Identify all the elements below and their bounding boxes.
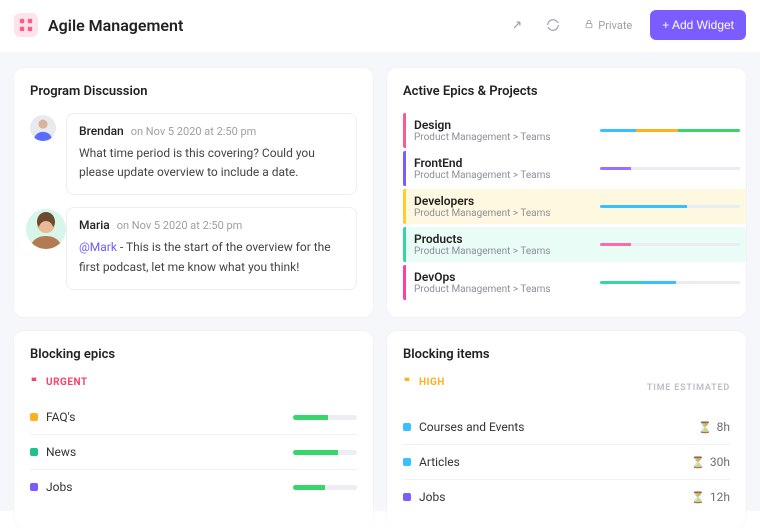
epic-progress-bar (600, 129, 740, 132)
discussion-item[interactable]: Maria on Nov 5 2020 at 2:50 pm @Mark - T… (30, 207, 357, 289)
progress-bar (293, 415, 357, 420)
time-value: 12h (710, 490, 730, 504)
time-value: 30h (710, 455, 730, 469)
epic-name: Products (414, 232, 600, 246)
epic-name: DevOps (414, 270, 600, 284)
author-name: Brendan (79, 124, 124, 138)
time-estimate: ⏳ 12h (691, 490, 730, 504)
color-dot-icon (30, 413, 38, 421)
avatar (26, 209, 66, 249)
color-dot-icon (403, 458, 411, 466)
card-title: Active Epics & Projects (403, 84, 746, 99)
epic-name: Developers (414, 194, 600, 208)
urgency-badge: URGENT (30, 376, 357, 389)
hourglass-icon: ⏳ (691, 491, 705, 504)
epic-name: Design (414, 118, 600, 132)
discussion-bubble: Brendan on Nov 5 2020 at 2:50 pm What ti… (66, 113, 357, 195)
badge-label: URGENT (46, 377, 88, 388)
hourglass-icon: ⏳ (691, 456, 705, 469)
item-name: Jobs (46, 480, 285, 494)
epic-path: Product Management > Teams (414, 132, 600, 143)
app-logo-icon (14, 13, 38, 37)
active-epics-card: Active Epics & Projects DesignProduct Ma… (387, 68, 746, 317)
color-dot-icon (403, 423, 411, 431)
epic-progress-bar (600, 205, 740, 208)
mention[interactable]: @Mark (79, 240, 117, 254)
discussion-bubble: Maria on Nov 5 2020 at 2:50 pm @Mark - T… (66, 207, 357, 289)
epic-path: Product Management > Teams (414, 246, 600, 257)
avatar (30, 115, 56, 141)
blocking-epic-row[interactable]: FAQ's (30, 399, 357, 434)
blocking-item-row[interactable]: Articles ⏳ 30h (403, 444, 730, 479)
blocking-item-row[interactable]: Courses and Events ⏳ 8h (403, 409, 730, 444)
epic-row[interactable]: FrontEndProduct Management > Teams (403, 151, 746, 186)
item-name: News (46, 445, 285, 459)
item-name: FAQ's (46, 410, 285, 424)
discussion-item[interactable]: Brendan on Nov 5 2020 at 2:50 pm What ti… (30, 113, 357, 195)
epic-progress-bar (600, 281, 740, 284)
privacy-indicator: Private (576, 19, 640, 32)
epic-name: FrontEnd (414, 156, 600, 170)
card-title: Blocking epics (30, 347, 357, 362)
message-text: - This is the start of the overview for … (79, 240, 331, 273)
item-name: Articles (419, 455, 683, 469)
priority-badge: HIGH (403, 376, 445, 389)
card-title: Blocking items (403, 347, 730, 362)
topbar: Agile Management Private + Add Widget (0, 0, 760, 52)
lock-icon (584, 19, 594, 32)
badge-label: HIGH (419, 377, 445, 388)
blocking-epic-row[interactable]: News (30, 434, 357, 469)
epic-row[interactable]: DesignProduct Management > Teams (403, 113, 746, 148)
epic-path: Product Management > Teams (414, 208, 600, 219)
epic-path: Product Management > Teams (414, 284, 600, 295)
progress-bar (293, 485, 357, 490)
timestamp: on Nov 5 2020 at 2:50 pm (117, 219, 243, 232)
blocking-epics-card: Blocking epics URGENT FAQ's News Jobs (14, 331, 373, 528)
expand-icon[interactable] (504, 12, 530, 38)
blocking-items-card: Blocking items HIGH TIME ESTIMATED Cours… (387, 331, 746, 528)
epic-progress-bar (600, 243, 740, 246)
progress-bar (293, 450, 357, 455)
item-name: Courses and Events (419, 420, 690, 434)
hourglass-icon: ⏳ (698, 421, 712, 434)
blocking-item-row[interactable]: Jobs ⏳ 12h (403, 479, 730, 514)
author-name: Maria (79, 218, 110, 232)
program-discussion-card: Program Discussion Brendan on Nov 5 2020… (14, 68, 373, 317)
color-dot-icon (403, 493, 411, 501)
epic-row[interactable]: ProductsProduct Management > Teams (403, 227, 746, 262)
epic-row[interactable]: DevelopersProduct Management > Teams (403, 189, 746, 224)
add-widget-button[interactable]: + Add Widget (650, 10, 746, 40)
color-dot-icon (30, 483, 38, 491)
color-dot-icon (30, 448, 38, 456)
item-name: Jobs (419, 490, 683, 504)
epic-row[interactable]: DevOpsProduct Management > Teams (403, 265, 746, 300)
time-estimate: ⏳ 30h (691, 455, 730, 469)
time-estimated-header: TIME ESTIMATED (647, 383, 730, 393)
timestamp: on Nov 5 2020 at 2:50 pm (131, 125, 257, 138)
time-estimate: ⏳ 8h (698, 420, 730, 434)
refresh-icon[interactable] (540, 12, 566, 38)
privacy-label: Private (598, 19, 632, 32)
message-body: @Mark - This is the start of the overvie… (79, 238, 344, 276)
page-title: Agile Management (48, 16, 183, 35)
flag-icon (30, 376, 40, 389)
blocking-epic-row[interactable]: Jobs (30, 469, 357, 504)
epic-progress-bar (600, 167, 740, 170)
card-title: Program Discussion (30, 84, 357, 99)
epic-path: Product Management > Teams (414, 170, 600, 181)
message-body: What time period is this covering? Could… (79, 144, 344, 182)
time-value: 8h (717, 420, 730, 434)
flag-icon (403, 376, 413, 389)
